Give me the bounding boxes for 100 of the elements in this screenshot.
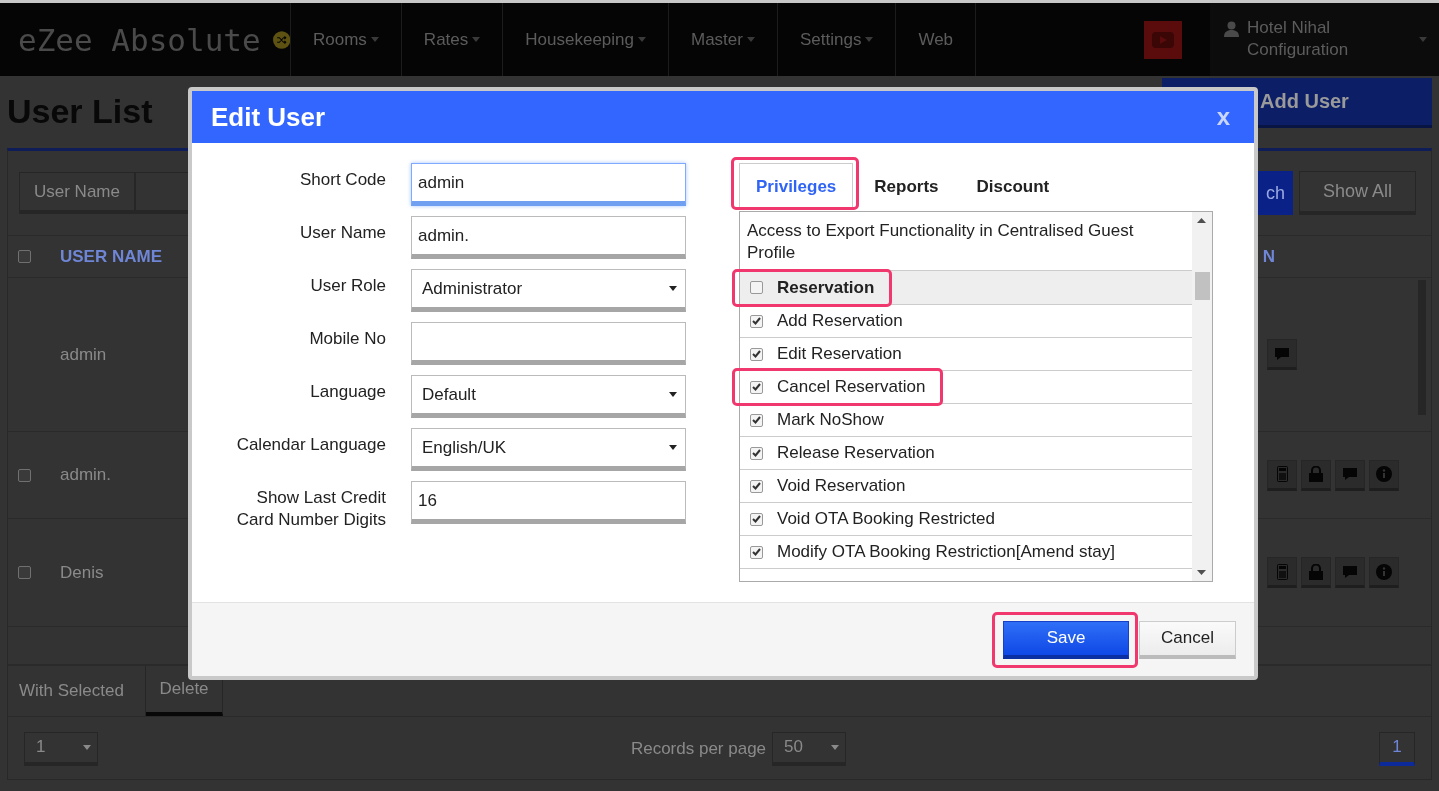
table-cell: admin	[60, 344, 107, 365]
logo-text: eZee Absolute	[18, 21, 261, 58]
scroll-down-icon[interactable]	[1197, 570, 1206, 575]
search-label: User Name	[19, 172, 135, 214]
text-field[interactable]: 16	[411, 481, 686, 524]
field-label: Language	[309, 381, 386, 403]
action-button[interactable]	[1267, 339, 1297, 370]
checkbox[interactable]	[750, 347, 763, 361]
item-label: Cancel Reservation	[777, 377, 926, 397]
tab[interactable]: Reports	[857, 163, 956, 210]
field-label: Mobile No	[308, 328, 386, 350]
privilege-item[interactable]: Mark NoShow	[740, 404, 1192, 437]
text-field[interactable]: admin.	[411, 216, 686, 259]
save-button[interactable]: Save	[1003, 620, 1129, 659]
records-select[interactable]: 50	[772, 731, 847, 766]
dialog-title: Edit User	[211, 101, 326, 133]
privilege-item[interactable]: Cancel Reservation	[740, 371, 1192, 404]
check-icon	[752, 515, 761, 523]
item-label: Add Reservation	[777, 311, 903, 331]
item-label: Void OTA Booking Restricted	[777, 509, 995, 529]
table-cell: admin.	[60, 465, 112, 485]
tab[interactable]: Privileges	[739, 163, 854, 210]
action-button[interactable]	[1301, 459, 1331, 491]
privilege-item[interactable]: Modify OTA Booking Restriction[Amend stay]	[740, 536, 1192, 569]
scroll-thumb[interactable]	[1195, 272, 1210, 300]
checkbox[interactable]	[750, 512, 763, 526]
column-header: N	[1262, 246, 1275, 267]
caret-icon	[472, 37, 481, 42]
checkbox[interactable]	[750, 545, 763, 559]
checkbox[interactable]	[750, 314, 763, 328]
check-icon	[752, 383, 761, 391]
scroll-up-icon[interactable]	[1197, 218, 1206, 223]
calculator-icon	[1276, 563, 1288, 580]
check-icon	[752, 449, 761, 457]
item-label: Void Reservation	[777, 476, 906, 496]
group-label: Reservation	[777, 277, 875, 298]
caret-icon	[638, 37, 646, 42]
field-label: Show Last Credit Card Number Digits	[235, 487, 386, 531]
checkbox[interactable]	[18, 250, 31, 263]
page-button[interactable]: 1	[1379, 731, 1415, 766]
checkbox[interactable]	[750, 281, 763, 294]
chat-icon	[1342, 564, 1358, 579]
action-button[interactable]	[1301, 557, 1331, 588]
checkbox[interactable]	[750, 479, 763, 493]
text-field[interactable]	[411, 322, 686, 365]
checkbox[interactable]	[750, 380, 763, 394]
item-label: Release Reservation	[777, 443, 935, 463]
action-button[interactable]	[1267, 557, 1297, 588]
field-label: User Role	[309, 275, 386, 297]
caret-icon	[669, 392, 677, 397]
privilege-item[interactable]: Release Reservation	[740, 437, 1192, 470]
lock-icon	[1309, 466, 1323, 482]
calculator-icon	[1276, 466, 1288, 482]
table-cell: Denis	[60, 562, 104, 583]
scrollbar[interactable]	[1192, 212, 1212, 581]
item-label: Modify OTA Booking Restriction[Amend stay]	[777, 542, 1115, 562]
action-button[interactable]	[1369, 459, 1399, 491]
caret-icon	[1419, 37, 1427, 42]
check-icon	[752, 350, 761, 358]
chat-icon	[1274, 346, 1290, 361]
checkbox[interactable]	[18, 566, 31, 579]
field-label: Calendar Language	[235, 434, 386, 456]
caret-icon	[669, 445, 677, 450]
checkbox[interactable]	[750, 413, 763, 427]
item-label: Mark NoShow	[777, 410, 884, 430]
check-icon	[752, 416, 761, 424]
caret-icon	[831, 744, 840, 750]
action-button[interactable]	[1335, 557, 1365, 588]
caret-icon	[83, 744, 91, 750]
chat-icon	[1342, 467, 1358, 481]
text-field[interactable]: admin	[411, 163, 686, 206]
action-button[interactable]	[1335, 459, 1365, 491]
privilege-item[interactable]: Void Reservation	[740, 470, 1192, 503]
checkbox[interactable]	[750, 446, 763, 460]
info-icon	[1376, 466, 1392, 482]
page-select[interactable]: 1	[24, 731, 98, 766]
lock-icon	[1309, 563, 1323, 580]
privilege-item[interactable]: Add Reservation	[740, 305, 1192, 338]
select-field[interactable]: Administrator	[411, 269, 686, 312]
caret-icon	[865, 37, 874, 42]
item-label: Edit Reservation	[777, 344, 902, 364]
privilege-item[interactable]: Void OTA Booking Restricted	[740, 503, 1192, 536]
info-icon	[1376, 563, 1392, 580]
cancel-button[interactable]: Cancel	[1139, 620, 1236, 659]
caret-icon	[669, 286, 677, 291]
user-icon	[1224, 21, 1239, 37]
select-field[interactable]: English/UK	[411, 428, 686, 471]
select-field[interactable]: Default	[411, 375, 686, 418]
field-label: User Name	[299, 222, 386, 244]
action-button[interactable]	[1267, 459, 1297, 491]
checkbox[interactable]	[18, 468, 31, 482]
video-play-icon[interactable]	[1144, 20, 1182, 59]
tab[interactable]: Discount	[959, 163, 1067, 210]
check-icon	[752, 482, 761, 490]
caret-icon	[746, 37, 755, 42]
privilege-item[interactable]: Edit Reservation	[740, 338, 1192, 371]
action-button[interactable]	[1369, 557, 1399, 588]
show-all-button[interactable]: Show All	[1299, 171, 1416, 215]
records-label: Records per page	[630, 738, 767, 759]
check-icon	[752, 317, 761, 325]
